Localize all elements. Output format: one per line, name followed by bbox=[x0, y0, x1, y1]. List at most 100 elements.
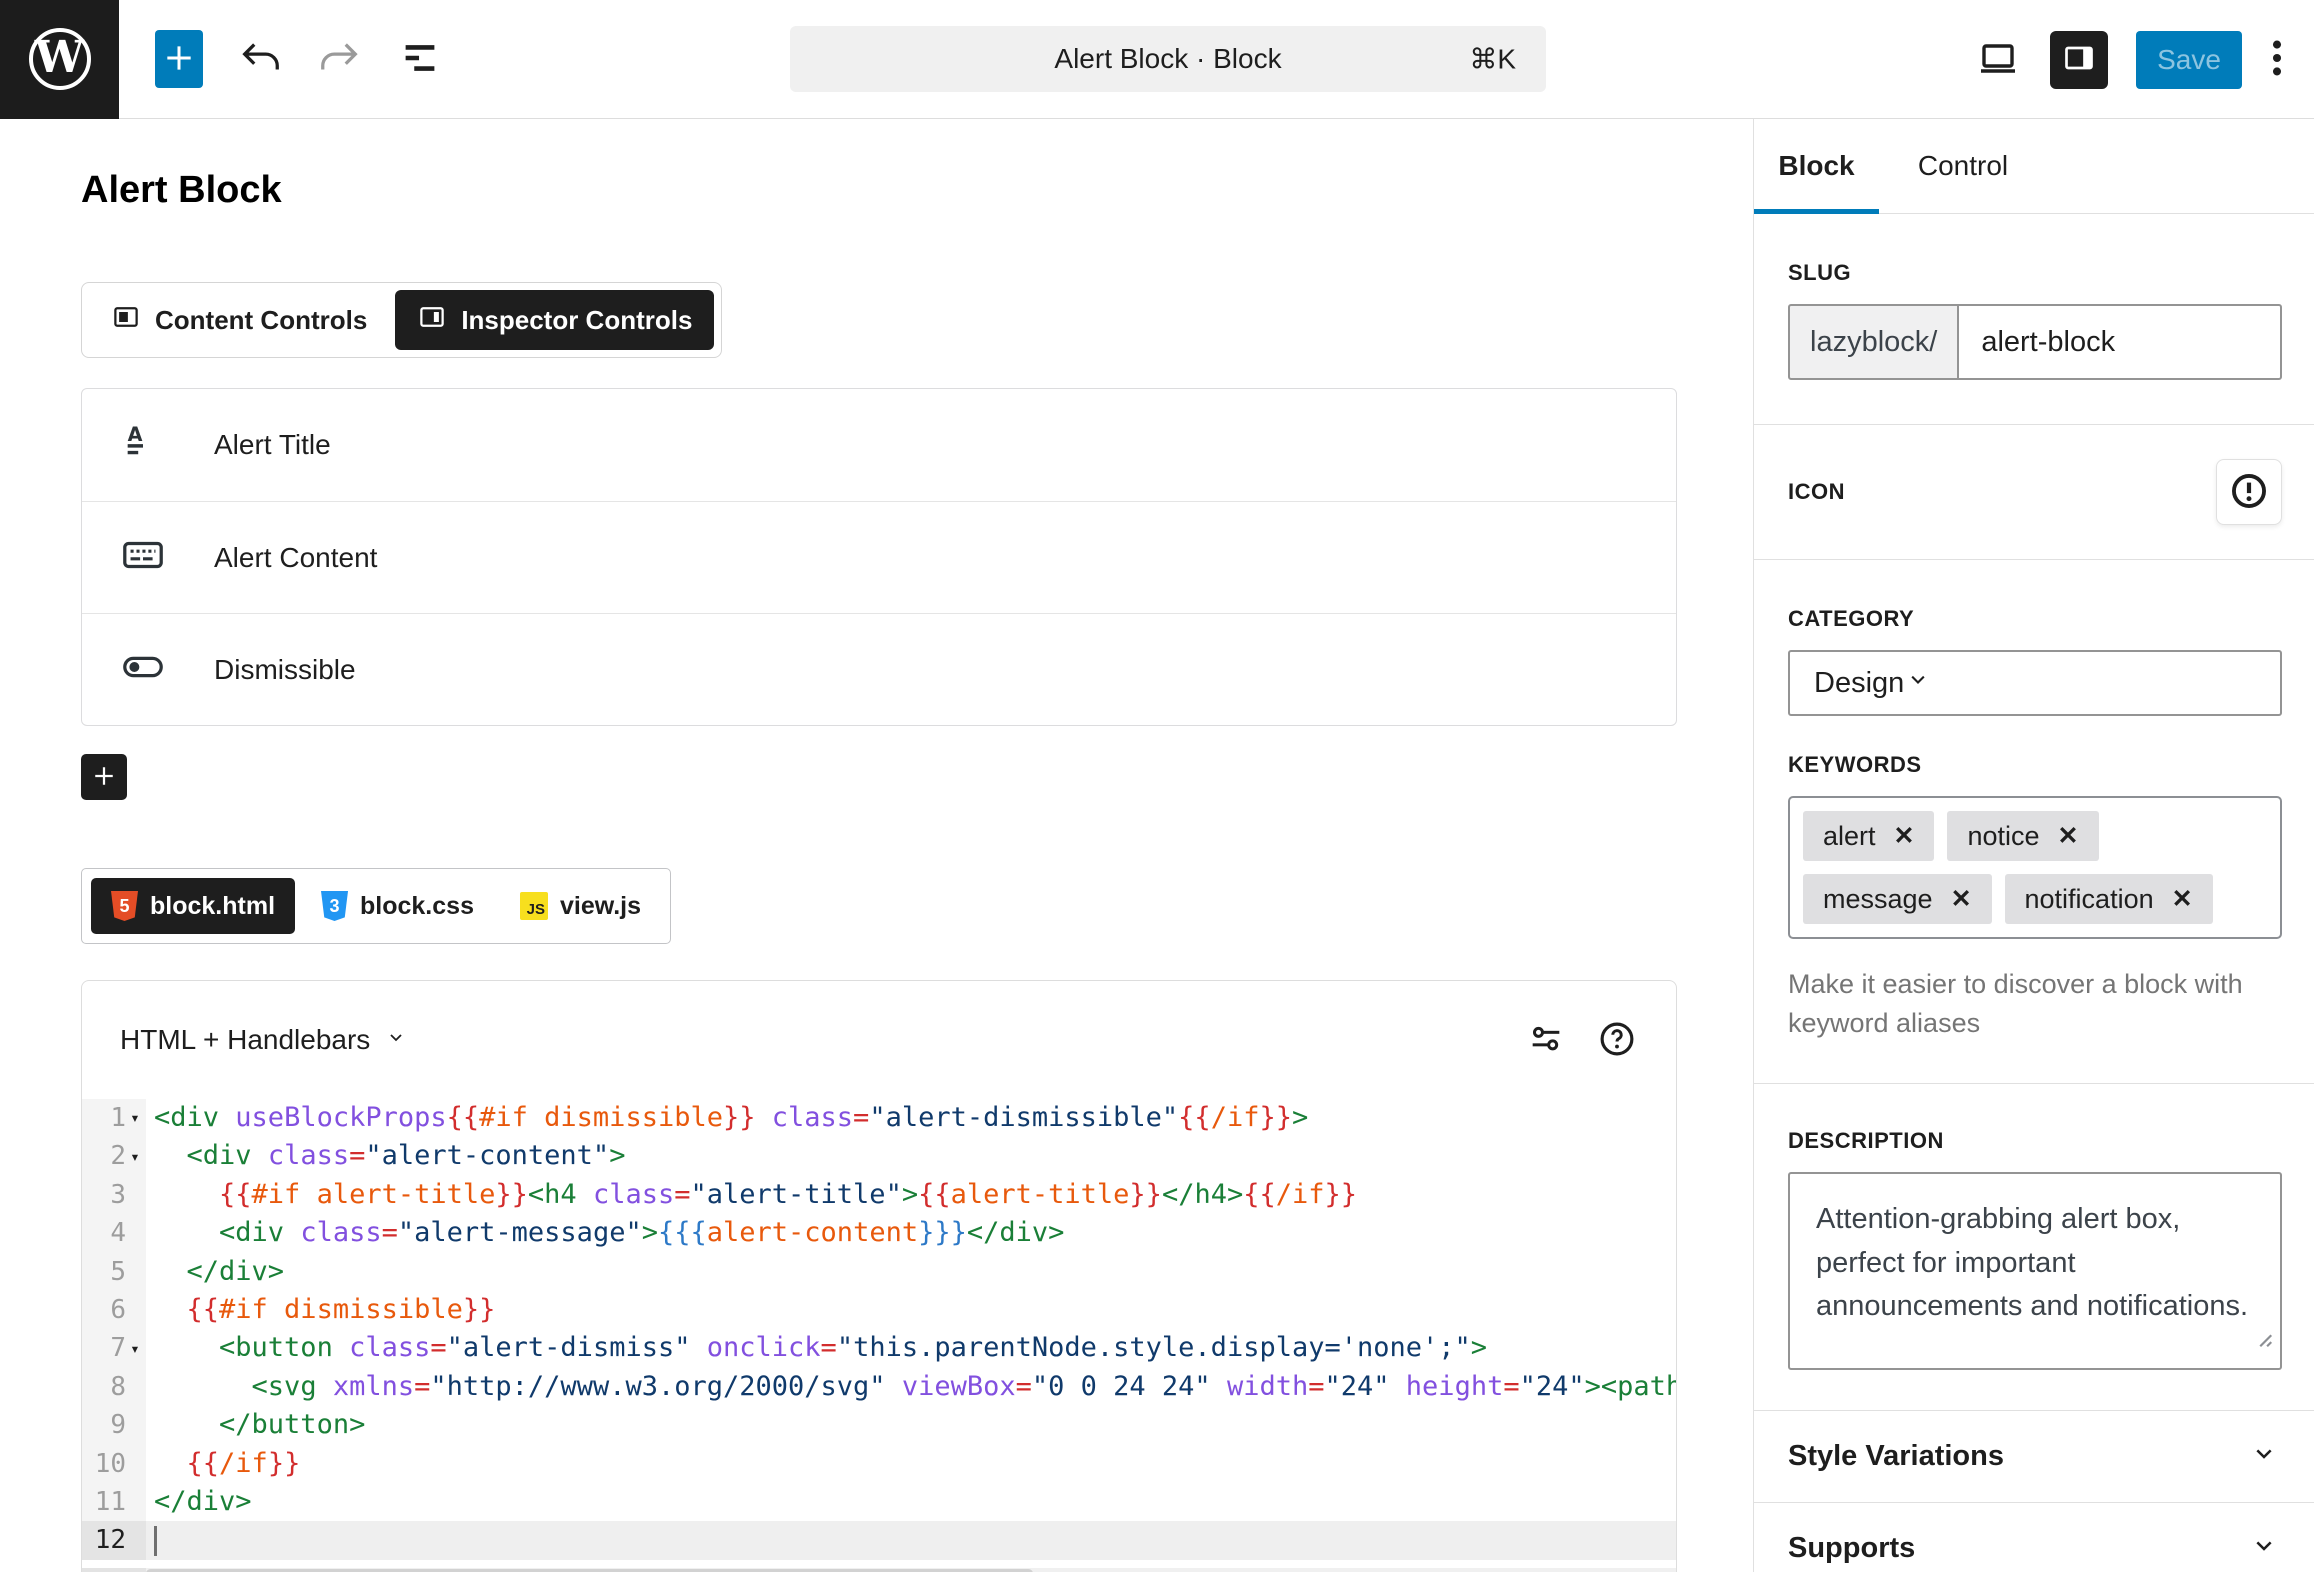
category-section: CATEGORY Design bbox=[1754, 560, 2314, 716]
category-value: Design bbox=[1814, 667, 1904, 700]
keyword-label: message bbox=[1823, 884, 1933, 915]
category-select[interactable]: Design bbox=[1788, 650, 2282, 716]
options-menu-button[interactable] bbox=[2270, 35, 2284, 84]
keywords-section: KEYWORDS alert ✕ notice ✕ message ✕ noti… bbox=[1754, 716, 2314, 1043]
controls-list: A Alert Title Alert Content Dismissible bbox=[81, 388, 1677, 726]
command-palette[interactable]: Alert Block · Block ⌘K bbox=[790, 26, 1546, 92]
line-number: 1 bbox=[82, 1099, 126, 1137]
block-inserter-button[interactable] bbox=[155, 30, 203, 88]
plus-icon bbox=[89, 761, 119, 794]
control-label: Alert Content bbox=[214, 542, 377, 574]
file-tab-block-html[interactable]: 5 block.html bbox=[91, 878, 295, 934]
icon-label: ICON bbox=[1788, 479, 1845, 505]
undo-button[interactable] bbox=[237, 35, 283, 84]
horizontal-scrollbar[interactable] bbox=[146, 1568, 1676, 1572]
description-textarea[interactable]: Attention-grabbing alert box, perfect fo… bbox=[1788, 1172, 2282, 1370]
language-selector[interactable]: HTML + Handlebars bbox=[120, 1024, 408, 1056]
block-builder-main: Alert Block Content Controls Inspector C… bbox=[81, 119, 1677, 1572]
line-number: 3 bbox=[82, 1176, 126, 1214]
line-number: 7 bbox=[82, 1329, 126, 1367]
list-view-icon bbox=[397, 35, 443, 84]
file-tab-label: block.css bbox=[360, 892, 474, 921]
save-button[interactable]: Save bbox=[2136, 31, 2242, 89]
remove-keyword-button[interactable]: ✕ bbox=[2058, 824, 2079, 849]
editor-help-button[interactable] bbox=[1596, 1018, 1638, 1063]
resize-handle-icon[interactable] bbox=[2252, 1319, 2274, 1363]
keyword-tag: notification ✕ bbox=[2005, 874, 2213, 924]
fold-arrow-icon[interactable]: ▾ bbox=[126, 1341, 144, 1357]
code-editor-textarea[interactable]: 1▾<div useBlockProps{{#if dismissible}} … bbox=[82, 1099, 1676, 1560]
remove-keyword-button[interactable]: ✕ bbox=[1894, 824, 1915, 849]
preview-button[interactable] bbox=[1974, 34, 2022, 85]
code-line: 10 {{/if}} bbox=[82, 1445, 1676, 1483]
slug-prefix: lazyblock/ bbox=[1788, 304, 1958, 380]
file-tab-block-css[interactable]: 3 block.css bbox=[301, 878, 494, 934]
desktop-icon bbox=[1974, 34, 2022, 85]
line-number: 6 bbox=[82, 1291, 126, 1329]
code-line: 2▾ <div class="alert-content"> bbox=[82, 1137, 1676, 1175]
wordpress-logo[interactable]: W bbox=[0, 0, 119, 119]
toggle-control-icon bbox=[120, 644, 166, 695]
file-tab-view-js[interactable]: JS view.js bbox=[500, 878, 661, 934]
fold-arrow-icon[interactable]: ▾ bbox=[126, 1110, 144, 1126]
control-row-alert-title[interactable]: A Alert Title bbox=[82, 389, 1676, 501]
sidebar-tabs: Block Control bbox=[1754, 119, 2314, 214]
tab-label: Inspector Controls bbox=[461, 305, 692, 336]
keywords-label: KEYWORDS bbox=[1788, 752, 2282, 778]
language-label: HTML + Handlebars bbox=[120, 1024, 370, 1056]
chevron-down-icon bbox=[2248, 1437, 2280, 1477]
editor-settings-button[interactable] bbox=[1526, 1019, 1566, 1062]
keywords-input[interactable]: alert ✕ notice ✕ message ✕ notification … bbox=[1788, 796, 2282, 939]
toolbar-left-group bbox=[155, 30, 443, 88]
remove-keyword-button[interactable]: ✕ bbox=[2172, 887, 2193, 912]
control-row-dismissible[interactable]: Dismissible bbox=[82, 613, 1676, 725]
supports-panel[interactable]: Supports bbox=[1754, 1503, 2314, 1572]
add-control-button[interactable] bbox=[81, 754, 127, 800]
controls-placement-tabs: Content Controls Inspector Controls bbox=[81, 282, 722, 358]
command-shortcut: ⌘K bbox=[1469, 43, 1516, 76]
description-section: DESCRIPTION Attention-grabbing alert box… bbox=[1754, 1084, 2314, 1410]
remove-keyword-button[interactable]: ✕ bbox=[1951, 887, 1972, 912]
slug-section: SLUG lazyblock/ bbox=[1754, 214, 2314, 424]
code-line: 1▾<div useBlockProps{{#if dismissible}} … bbox=[82, 1099, 1676, 1137]
control-row-alert-content[interactable]: Alert Content bbox=[82, 501, 1676, 613]
top-toolbar: W bbox=[0, 0, 2314, 119]
code-line: 9 </button> bbox=[82, 1406, 1676, 1444]
content-controls-icon bbox=[111, 302, 141, 339]
keyword-tag: notice ✕ bbox=[1947, 811, 2098, 861]
plus-icon bbox=[159, 38, 199, 81]
description-value: Attention-grabbing alert box, perfect fo… bbox=[1816, 1203, 2248, 1322]
slug-input[interactable] bbox=[1958, 304, 2282, 380]
description-label: DESCRIPTION bbox=[1788, 1128, 2282, 1154]
keywords-help-text: Make it easier to discover a block with … bbox=[1788, 965, 2268, 1043]
keyword-label: notice bbox=[1967, 821, 2039, 852]
svg-text:A: A bbox=[128, 423, 143, 446]
text-control-icon: A bbox=[120, 420, 166, 471]
settings-sidebar-toggle[interactable] bbox=[2050, 31, 2108, 89]
control-label: Dismissible bbox=[214, 654, 356, 686]
tab-block[interactable]: Block bbox=[1754, 119, 1879, 213]
code-line: 5 </div> bbox=[82, 1253, 1676, 1291]
line-number: 5 bbox=[82, 1253, 126, 1291]
slug-input-group: lazyblock/ bbox=[1788, 304, 2282, 380]
redo-button[interactable] bbox=[317, 35, 363, 84]
wordpress-icon: W bbox=[29, 28, 91, 90]
line-number: 10 bbox=[82, 1445, 126, 1483]
fold-arrow-icon[interactable]: ▾ bbox=[126, 1149, 144, 1165]
code-line: 3 {{#if alert-title}}<h4 class="alert-ti… bbox=[82, 1176, 1676, 1214]
tab-inspector-controls[interactable]: Inspector Controls bbox=[395, 290, 714, 350]
panel-label: Style Variations bbox=[1788, 1440, 2004, 1473]
icon-section: ICON bbox=[1754, 425, 2314, 559]
chevron-down-icon bbox=[2248, 1529, 2280, 1569]
redo-icon bbox=[317, 35, 363, 84]
page-title: Alert Block bbox=[81, 169, 1677, 212]
inspector-controls-icon bbox=[417, 302, 447, 339]
tab-control[interactable]: Control bbox=[1879, 119, 2047, 213]
tab-content-controls[interactable]: Content Controls bbox=[89, 290, 389, 350]
text-cursor bbox=[154, 1526, 157, 1556]
document-overview-button[interactable] bbox=[397, 35, 443, 84]
line-number: 9 bbox=[82, 1406, 126, 1444]
icon-picker-button[interactable] bbox=[2216, 459, 2282, 525]
code-editor-header: HTML + Handlebars bbox=[82, 981, 1676, 1099]
style-variations-panel[interactable]: Style Variations bbox=[1754, 1411, 2314, 1502]
